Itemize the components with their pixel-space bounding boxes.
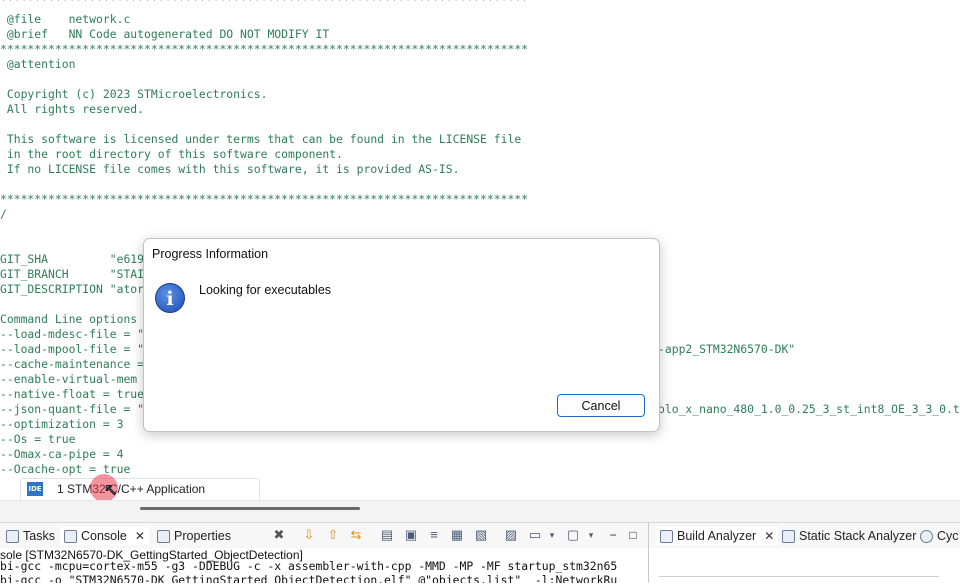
tab-tasks[interactable]: Tasks [6, 527, 55, 545]
new-console-icon[interactable]: ▢ [566, 528, 580, 542]
link-icon[interactable]: ⇆ [349, 528, 363, 542]
show-console-icon[interactable]: ▧ [474, 528, 488, 542]
pin-console-icon[interactable]: ▣ [404, 528, 418, 542]
minimize-icon[interactable]: − [606, 528, 620, 542]
code-line: Copyright (c) 2023 STMicroelectronics. [0, 87, 268, 101]
code-line: --load-mdesc-file = " [0, 327, 145, 341]
code-line: --cache-maintenance = [0, 357, 145, 371]
code-line: --json-quant-file = " [0, 402, 145, 416]
code-line: This software is licensed under terms th… [0, 132, 522, 146]
code-line: GIT_BRANCH "STAI [0, 267, 145, 281]
clear-console-icon[interactable]: ▦ [450, 528, 464, 542]
maximize-icon[interactable]: □ [626, 528, 640, 542]
tab-console[interactable]: Console ✕ [60, 527, 149, 545]
code-line: --native-float = true [0, 387, 145, 401]
code-line: All rights reserved. [0, 102, 145, 116]
code-line: GIT_DESCRIPTION "ator [0, 282, 145, 296]
code-line: --Omax-ca-pipe = 4 [0, 447, 124, 461]
tab-tasks-label: Tasks [23, 529, 55, 543]
ide-icon: IDE [27, 482, 43, 496]
launch-config-label: 1 STM32 C/C++ Application [57, 482, 206, 496]
info-icon: i [155, 283, 185, 313]
scroll-lock-icon[interactable]: ▤ [380, 528, 394, 542]
tab-build-analyzer[interactable]: Build Analyzer ✕ [656, 527, 779, 545]
open-console-icon[interactable]: ▨ [504, 528, 518, 542]
launch-config-popup[interactable]: IDE 1 STM32 C/C++ Application [20, 478, 260, 502]
dialog-message: Looking for executables [199, 283, 332, 297]
code-line: ****************************************… [0, 0, 529, 7]
code-line: @file network.c [0, 12, 131, 26]
cycle-icon [920, 529, 933, 543]
code-line: / [0, 207, 7, 221]
close-icon[interactable]: ✕ [135, 527, 145, 545]
code-line: in the root directory of this software c… [0, 147, 343, 161]
code-line-fragment: olo_x_nano_480_1.0_0.25_3_st_int8_OE_3_3… [658, 402, 960, 416]
code-line: ****************************************… [0, 42, 529, 56]
tab-cyclomatic-label: Cyc [937, 529, 959, 543]
code-line-fragment: -app2_STM32N6570-DK" [658, 342, 796, 356]
tab-static-stack-analyzer-label: Static Stack Analyzer [799, 529, 917, 543]
tab-cyclomatic[interactable]: Cyc [920, 527, 959, 545]
code-line: Command Line options [0, 312, 138, 326]
chevron-down-icon[interactable]: ▾ [545, 528, 559, 542]
close-icon[interactable]: ✕ [764, 527, 774, 545]
word-wrap-icon[interactable]: ≡ [427, 528, 441, 542]
console-line: bi-gcc -o "STM32N6570-DK_GettingStarted_… [0, 573, 618, 583]
stack-analyzer-icon [782, 529, 795, 543]
tab-properties[interactable]: Properties [157, 527, 231, 545]
arrow-up-icon[interactable]: ⇧ [326, 528, 340, 542]
tab-properties-label: Properties [174, 529, 231, 543]
remove-launch-icon[interactable]: ✖ [272, 528, 286, 542]
cancel-button[interactable]: Cancel [557, 394, 645, 417]
chevron-down-icon[interactable]: ▾ [584, 528, 598, 542]
display-console-icon[interactable]: ▭ [528, 528, 542, 542]
code-line: --load-mpool-file = " [0, 342, 145, 356]
tab-console-label: Console [81, 529, 127, 543]
code-line: If no LICENSE file comes with this softw… [0, 162, 460, 176]
editor-horizontal-scrollbar[interactable] [0, 500, 960, 523]
code-line: --optimization = 3 [0, 417, 124, 431]
mouse-pointer-icon: ↖ [103, 482, 118, 500]
progress-dialog: Progress Information i Looking for execu… [143, 238, 660, 432]
build-analyzer-icon [660, 529, 673, 543]
tab-static-stack-analyzer[interactable]: Static Stack Analyzer [782, 527, 916, 545]
code-line: GIT_SHA "e619 [0, 252, 145, 266]
console-line: bi-gcc -mcpu=cortex-m55 -g3 -DDEBUG -c -… [0, 559, 618, 573]
code-line: --enable-virtual-mem [0, 372, 138, 386]
arrow-down-icon[interactable]: ⇩ [302, 528, 316, 542]
build-analyzer-view [649, 548, 960, 583]
dialog-title: Progress Information [152, 247, 269, 261]
scrollbar-thumb[interactable] [140, 507, 360, 510]
bottom-panel-tabbar: Tasks Console ✕ Properties ✖ ⇩ ⇧ ⇆ ▤ ▣ ≡… [0, 522, 960, 550]
tab-build-analyzer-label: Build Analyzer [677, 529, 757, 543]
code-line: --Os = true [0, 432, 76, 446]
tasks-icon [6, 529, 19, 543]
code-line: @brief NN Code autogenerated DO NOT MODI… [0, 27, 330, 41]
console-view[interactable]: sole [STM32N6570-DK_GettingStarted_Objec… [0, 548, 648, 583]
code-line: @attention [0, 57, 76, 71]
code-line: ****************************************… [0, 192, 529, 206]
console-icon [64, 529, 77, 543]
properties-icon [157, 529, 170, 543]
